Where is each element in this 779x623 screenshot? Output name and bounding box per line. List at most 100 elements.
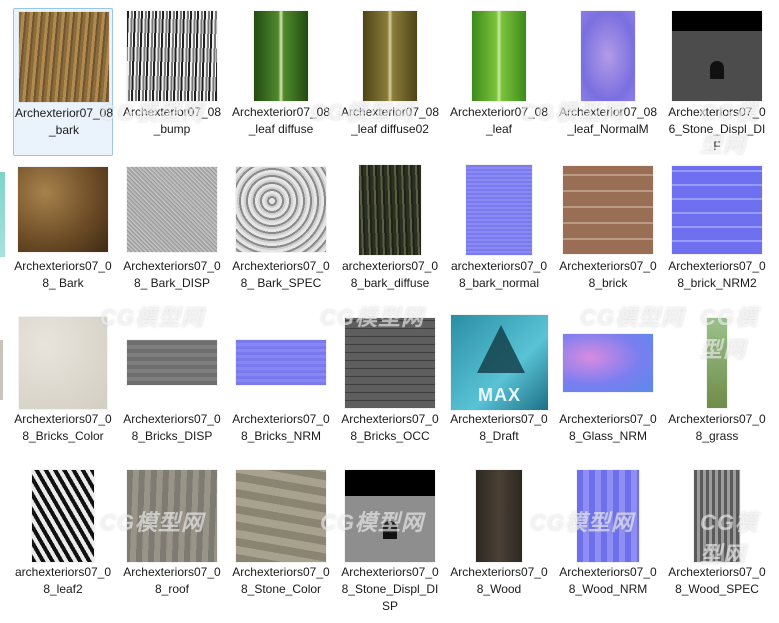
file-thumbnail — [563, 334, 653, 392]
file-thumbnail — [581, 11, 635, 101]
thumbnail-frame — [558, 162, 658, 257]
file-name-label: Archexteriors07_08_Bricks_OCC — [341, 412, 439, 443]
file-name-label: Archexteriors07_08_roof — [123, 565, 221, 596]
file-thumbnail — [127, 340, 217, 385]
file-item[interactable]: Archexteriors07_08_Glass_NRM — [558, 315, 658, 463]
file-thumbnail — [466, 165, 532, 255]
file-item[interactable]: Archexteriors07_08_Stone_Color — [231, 468, 331, 616]
thumbnail-frame — [340, 8, 440, 103]
file-thumbnail — [236, 167, 326, 252]
thumbnail-frame — [13, 468, 113, 563]
file-item[interactable]: Archexteriors07_08_grass — [667, 315, 767, 463]
file-item[interactable]: Archexteriors07_06_Stone_Displ_DIF — [667, 8, 767, 156]
file-name-label: Archexteriors07_08_Bricks_DISP — [123, 412, 221, 443]
file-item[interactable]: Archexterior07_08_bark — [13, 8, 113, 156]
file-item[interactable]: Archexterior07_08_bump — [122, 8, 222, 156]
file-name-label: archexteriors07_08_leaf2 — [14, 565, 112, 596]
file-item[interactable]: Archexteriors07_08_Wood — [449, 468, 549, 616]
file-name-label: Archexteriors07_08_Wood — [450, 565, 548, 596]
file-thumbnail — [672, 166, 762, 254]
file-item[interactable]: Archexteriors07_08_Bricks_Color — [13, 315, 113, 463]
file-thumbnail — [472, 11, 526, 101]
file-thumbnail: MAX — [451, 315, 548, 410]
file-item[interactable]: Archexteriors07_08_ Bark — [13, 162, 113, 310]
thumbnail-frame — [449, 8, 549, 103]
file-item[interactable]: Archexteriors07_08_Bricks_NRM — [231, 315, 331, 463]
file-item[interactable]: Archexteriors07_08_Stone_Displ_DISP — [340, 468, 440, 616]
file-name-label: Archexterior07_08_leaf diffuse — [231, 105, 331, 136]
file-name-label: Archexterior07_08_leaf_NormalM — [558, 105, 658, 136]
file-item[interactable]: Archexteriors07_08_ Bark_DISP — [122, 162, 222, 310]
file-thumbnail — [345, 470, 435, 562]
file-thumbnail — [476, 470, 522, 562]
file-thumbnail — [236, 470, 326, 562]
file-name-label: Archexteriors07_08_ Bark_DISP — [123, 259, 221, 290]
thumbnail-frame — [340, 315, 440, 410]
arch-door-icon — [383, 521, 397, 539]
thumbnail-frame — [340, 468, 440, 563]
file-thumbnail — [563, 166, 653, 254]
file-name-label: Archexteriors07_08_brick_NRM2 — [668, 259, 766, 290]
file-item[interactable]: Archexteriors07_08_Bricks_OCC — [340, 315, 440, 463]
thumbnail-frame — [231, 162, 331, 257]
file-item[interactable]: Archexteriors07_08_brick — [558, 162, 658, 310]
thumbnail-frame — [122, 468, 222, 563]
file-item[interactable]: archexteriors07_08_bark_diffuse — [340, 162, 440, 310]
file-thumbnail — [345, 318, 435, 408]
file-name-label: Archexterior07_08_leaf diffuse02 — [340, 105, 440, 136]
file-thumbnail — [18, 167, 108, 252]
file-name-label: Archexteriors07_08_Stone_Color — [232, 565, 330, 596]
file-item[interactable]: Archexterior07_08_leaf diffuse02 — [340, 8, 440, 156]
file-thumbnail — [127, 470, 217, 562]
file-item[interactable]: Archexteriors07_08_roof — [122, 468, 222, 616]
file-grid: Archexterior07_08_bark Archexterior07_08_… — [0, 0, 779, 623]
thumbnail-frame — [558, 8, 658, 103]
thumbnail-frame — [449, 468, 549, 563]
file-name-label: Archexteriors07_08_Wood_SPEC — [668, 565, 766, 596]
file-name-label: Archexteriors07_08_Bricks_Color — [14, 412, 112, 443]
file-name-label: Archexteriors07_08_ Bark_SPEC — [232, 259, 330, 290]
3dsmax-logo-icon — [477, 325, 525, 373]
file-item[interactable]: MAX Archexteriors07_08_Draft — [449, 315, 549, 463]
file-item[interactable]: Archexterior07_08_leaf_NormalM — [558, 8, 658, 156]
file-thumbnail — [32, 470, 94, 562]
file-item[interactable]: Archexterior07_08_leaf diffuse — [231, 8, 331, 156]
file-item[interactable]: Archexteriors07_08_Wood_SPEC — [667, 468, 767, 616]
file-thumbnail — [707, 318, 727, 408]
file-item[interactable]: archexteriors07_08_bark_normal — [449, 162, 549, 310]
thumbnail-frame — [667, 162, 767, 257]
file-name-label: Archexterior07_08_bark — [14, 106, 114, 137]
arch-door-icon — [710, 61, 724, 79]
file-name-label: Archexteriors07_08_grass — [668, 412, 766, 443]
file-thumbnail — [694, 470, 740, 562]
file-name-label: Archexteriors07_08_Draft — [450, 412, 548, 443]
thumbnail-frame — [340, 162, 440, 257]
thumbnail-frame — [231, 315, 331, 410]
file-thumbnail — [127, 11, 217, 101]
thumbnail-frame — [558, 315, 658, 410]
file-name-label: archexteriors07_08_bark_normal — [450, 259, 548, 290]
file-thumbnail — [19, 317, 107, 409]
file-thumbnail — [672, 11, 762, 101]
thumbnail-frame — [558, 468, 658, 563]
file-item[interactable]: Archexteriors07_08_Wood_NRM — [558, 468, 658, 616]
file-name-label: Archexteriors07_08_ Bark — [14, 259, 112, 290]
clipped-thumbnail-edge[interactable] — [0, 172, 5, 257]
thumbnail-frame — [122, 315, 222, 410]
thumbnail-frame — [122, 162, 222, 257]
thumbnail-frame — [667, 8, 767, 103]
file-item[interactable]: Archexteriors07_08_ Bark_SPEC — [231, 162, 331, 310]
file-name-label: Archexterior07_08_bump — [122, 105, 222, 136]
file-item[interactable]: archexteriors07_08_leaf2 — [13, 468, 113, 616]
file-item[interactable]: Archexteriors07_08_brick_NRM2 — [667, 162, 767, 310]
thumbnail-frame — [122, 8, 222, 103]
file-name-label: Archexteriors07_08_Glass_NRM — [559, 412, 657, 443]
thumbnail-frame — [449, 162, 549, 257]
file-thumbnail — [359, 165, 421, 255]
file-item[interactable]: Archexteriors07_08_Bricks_DISP — [122, 315, 222, 463]
max-badge-text: MAX — [478, 385, 521, 405]
file-thumbnail — [254, 11, 308, 101]
file-name-label: Archexteriors07_06_Stone_Displ_DIF — [668, 105, 766, 153]
clipped-thumbnail-edge[interactable] — [0, 340, 3, 400]
file-item[interactable]: Archexterior07_08_leaf — [449, 8, 549, 156]
